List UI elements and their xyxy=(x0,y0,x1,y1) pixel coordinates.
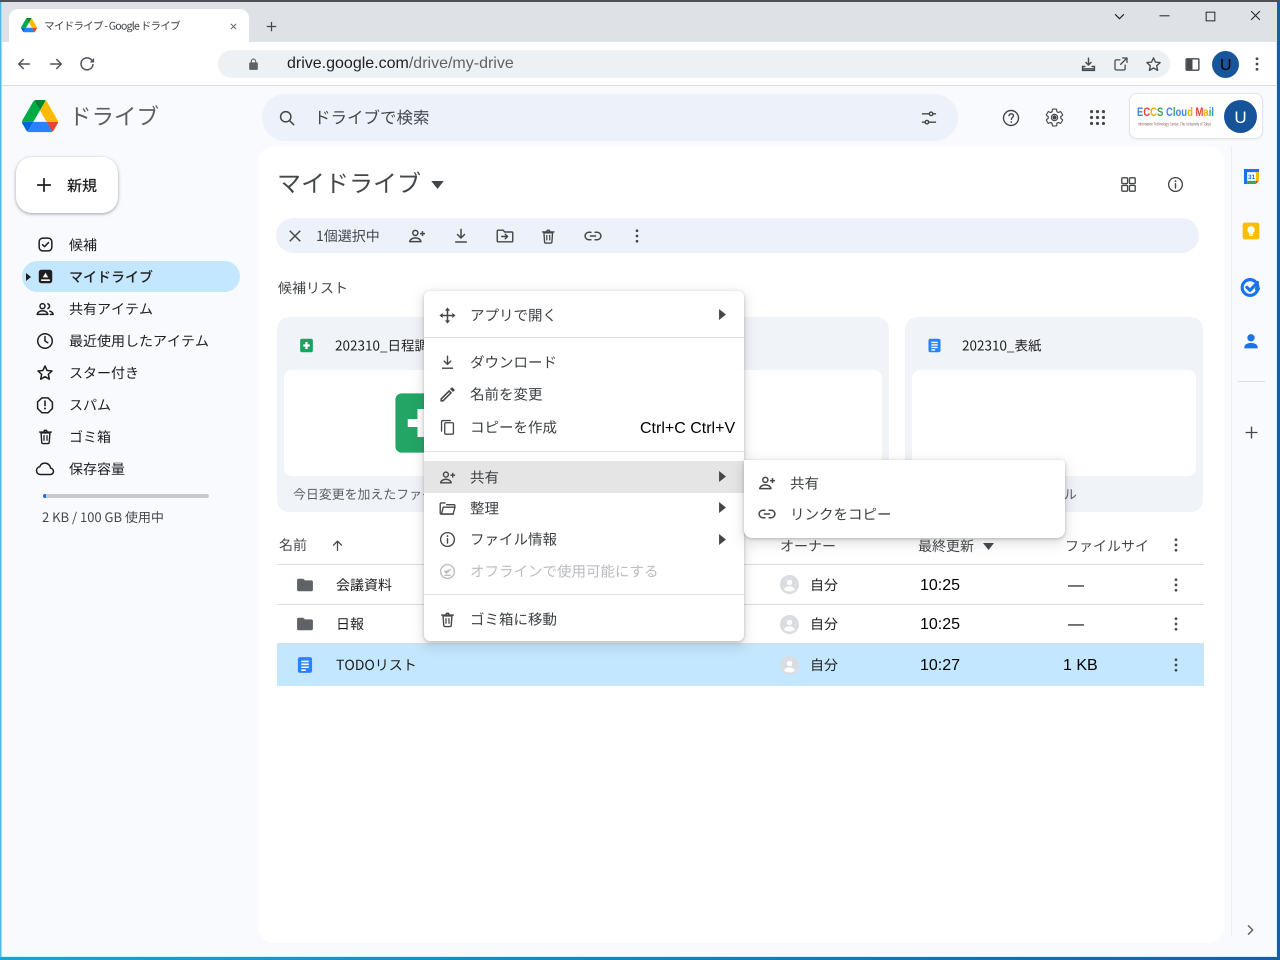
svg-text:U: U xyxy=(1234,108,1246,127)
svg-text:31: 31 xyxy=(1247,174,1255,181)
svg-text:ECCS Cloud Mail: ECCS Cloud Mail xyxy=(1137,105,1214,119)
svg-text:Information Technology Center,: Information Technology Center, The Unive… xyxy=(1138,122,1212,127)
